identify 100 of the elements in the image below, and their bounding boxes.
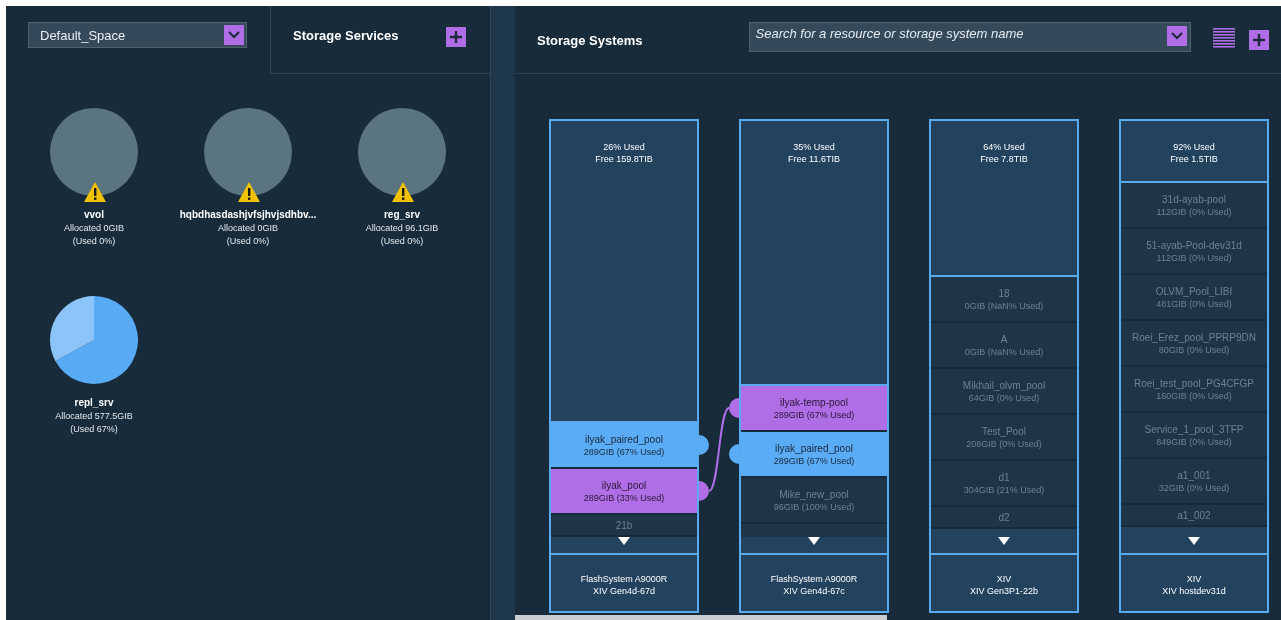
pool-size: 80GIB (0% Used) bbox=[1158, 344, 1230, 357]
service-name: vvol bbox=[84, 209, 104, 220]
pool-item[interactable]: Roei_Erez_pool_PPRP9DN 80GIB (0% Used) bbox=[1121, 321, 1267, 367]
pool-size: 849GIB (0% Used) bbox=[1156, 436, 1232, 449]
scrollbar-thumb[interactable] bbox=[515, 615, 887, 620]
pool-size: 32GIB (0% Used) bbox=[1158, 482, 1230, 495]
pool-item[interactable]: 21b bbox=[551, 515, 697, 537]
systems-title: Storage Systems bbox=[537, 33, 643, 48]
pool-item[interactable]: OLVM_Pool_LIBI 481GIB (0% Used) bbox=[1121, 275, 1267, 321]
list-view-button[interactable] bbox=[1212, 27, 1235, 49]
pool-size: 112GIB (0% Used) bbox=[1156, 252, 1232, 265]
pool-name: Service_1_pool_3TFP bbox=[1144, 423, 1244, 436]
pool-size: 112GIB (0% Used) bbox=[1156, 206, 1232, 219]
service-allocated: Allocated 96.1GIB bbox=[365, 223, 439, 233]
pool-item[interactable]: a1_001 32GIB (0% Used) bbox=[1121, 459, 1267, 505]
pool-item[interactable]: ilyak_paired_pool 289GIB (67% Used) bbox=[551, 423, 697, 469]
service-allocated: Allocated 577.5GIB bbox=[55, 411, 133, 421]
pool-name: Mikhail_olvm_pool bbox=[962, 379, 1046, 392]
dropdown-button[interactable] bbox=[224, 25, 244, 45]
pool-item[interactable]: Test_Pool 208GIB (0% Used) bbox=[931, 415, 1077, 461]
pool-size: 304GIB (21% Used) bbox=[963, 484, 1045, 497]
service-name: repl_srv bbox=[74, 397, 114, 408]
system-model: XIV bbox=[995, 573, 1013, 585]
pool-item[interactable]: Mike_new_pool 96GIB (100% Used) bbox=[741, 478, 887, 524]
free-text: Free 11.6TIB bbox=[787, 153, 841, 165]
used-text: 92% Used bbox=[1172, 141, 1216, 153]
service-usage: (Used 0%) bbox=[72, 236, 116, 246]
used-text: 26% Used bbox=[602, 141, 646, 153]
scroll-down-icon[interactable] bbox=[1188, 537, 1200, 545]
pool-name: ilyak_paired_pool bbox=[775, 442, 853, 455]
free-text: Free 1.5TIB bbox=[1169, 153, 1219, 165]
pool-name: OLVM_Pool_LIBI bbox=[1155, 285, 1233, 298]
pool-item[interactable]: Service_1_pool_3TFP 849GIB (0% Used) bbox=[1121, 413, 1267, 459]
pool-name: ilyak_pool bbox=[601, 479, 647, 492]
pool-name: a1_002 bbox=[1177, 509, 1211, 522]
pool-name: 31d-ayab-pool bbox=[1162, 193, 1226, 206]
storage-system-card[interactable]: 26% Used Free 159.8TIB ilyak_paired_pool 289GIB (67% Used) ilyak_pool 289GIB (33% Used) 21b FlashSystem A9000R XIV Gen4d-67d bbox=[549, 119, 699, 613]
used-text: 64% Used bbox=[982, 141, 1026, 153]
pool-item[interactable]: A 0GIB (NaN% Used) bbox=[931, 323, 1077, 369]
service-usage: (Used 67%) bbox=[70, 424, 118, 434]
search-field[interactable]: Search for a resource or storage system name bbox=[748, 22, 1191, 52]
plus-icon bbox=[450, 31, 462, 43]
pool-item[interactable]: d2 bbox=[931, 507, 1077, 529]
service-name: reg_srv bbox=[383, 209, 421, 220]
pool-size: 481GIB (0% Used) bbox=[1156, 298, 1232, 311]
service-allocated: Allocated 0GIB bbox=[217, 223, 278, 233]
pool-item[interactable]: 18 0GIB (NaN% Used) bbox=[931, 277, 1077, 323]
pool-size: 0GIB (NaN% Used) bbox=[964, 346, 1044, 359]
pool-name: Roei_test_pool_PG4CFGP bbox=[1133, 377, 1255, 390]
service-usage: (Used 0%) bbox=[380, 236, 424, 246]
pool-item[interactable]: ilyak_paired_pool 289GIB (67% Used) bbox=[741, 432, 887, 478]
pool-name: 21b bbox=[615, 519, 633, 532]
services-tab[interactable]: Storage Services bbox=[270, 6, 490, 74]
system-model: XIV bbox=[1185, 573, 1203, 585]
system-name: XIV Gen4d-67c bbox=[782, 585, 846, 597]
used-text: 35% Used bbox=[792, 141, 836, 153]
free-text: Free 7.8TIB bbox=[979, 153, 1029, 165]
pool-size: 160GIB (0% Used) bbox=[1156, 390, 1232, 403]
pool-name: d1 bbox=[998, 471, 1010, 484]
pool-item[interactable]: 31d-ayab-pool 112GIB (0% Used) bbox=[1121, 183, 1267, 229]
pool-name: a1_001 bbox=[1177, 469, 1211, 482]
service-usage: (Used 0%) bbox=[226, 236, 270, 246]
pool-item[interactable]: Mikhail_olvm_pool 64GIB (0% Used) bbox=[931, 369, 1077, 415]
pool-size: 96GIB (100% Used) bbox=[773, 501, 855, 514]
pool-item[interactable]: ilyak_pool 289GIB (33% Used) bbox=[551, 469, 697, 515]
pool-item[interactable]: ilyak-temp-pool 289GIB (67% Used) bbox=[741, 386, 887, 432]
storage-system-card[interactable] bbox=[1119, 119, 1269, 613]
pool-name: 18 bbox=[998, 287, 1010, 300]
pool-size: 64GIB (0% Used) bbox=[968, 392, 1040, 405]
pool-name: ilyak_paired_pool bbox=[585, 433, 663, 446]
free-text: Free 159.8TIB bbox=[594, 153, 654, 165]
storage-system-card[interactable]: 64% Used Free 7.8TIB 18 0GIB (NaN% Used) A 0GIB (NaN% Used) Mikhail_olvm_pool 64GIB (0% Used) Test_Pool 208GIB (0% Used) d1 304GIB (21% Used) d2 XIV XIV Gen3P1-22b bbox=[929, 119, 1079, 613]
pool-name: A bbox=[1000, 333, 1008, 346]
pool-name: d2 bbox=[998, 511, 1010, 524]
service-name: hqbdhasdashjvfsjhvjsdhbv... bbox=[179, 209, 317, 220]
pool-size: 289GIB (67% Used) bbox=[583, 446, 665, 459]
pool-name: Mike_new_pool bbox=[779, 488, 849, 501]
scroll-down-icon[interactable] bbox=[998, 537, 1010, 545]
pool-name: Test_Pool bbox=[982, 425, 1026, 438]
services-title: Storage Services bbox=[293, 28, 399, 45]
system-name: XIV Gen3P1-22b bbox=[968, 585, 1039, 597]
storage-system-card[interactable]: 35% Used Free 11.6TIB ilyak-temp-pool 289GIB (67% Used) ilyak_paired_pool 289GIB (67% Used) Mike_new_pool 96GIB (100% Used) FlashSystem A9000R XIV Gen4d-67c bbox=[739, 119, 889, 613]
pool-item[interactable]: 51-ayab-Pool-dev31d 112GIB (0% Used) bbox=[1121, 229, 1267, 275]
add-system-button[interactable] bbox=[1248, 30, 1269, 50]
pool-size: 289GIB (33% Used) bbox=[583, 492, 665, 505]
pool-item[interactable]: Roei_test_pool_PG4CFGP 160GIB (0% Used) bbox=[1121, 367, 1267, 413]
add-service-button[interactable] bbox=[446, 27, 466, 47]
pool-size: 289GIB (67% Used) bbox=[773, 455, 855, 468]
chevron-down-icon bbox=[228, 31, 240, 39]
pool-name: ilyak-temp-pool bbox=[780, 396, 848, 409]
pool-name: 51-ayab-Pool-dev31d bbox=[1146, 239, 1242, 252]
space-dropdown[interactable]: Default_Space bbox=[28, 22, 247, 48]
system-name: XIV hostdev31d bbox=[1161, 585, 1227, 597]
search-dropdown-button[interactable] bbox=[1166, 26, 1187, 46]
list-icon bbox=[1212, 27, 1235, 49]
pool-item[interactable]: d1 304GIB (21% Used) bbox=[931, 461, 1077, 507]
plus-icon bbox=[1252, 34, 1265, 46]
chevron-down-icon bbox=[1170, 32, 1183, 40]
pool-size: 289GIB (67% Used) bbox=[773, 409, 855, 422]
pool-item[interactable]: a1_002 bbox=[1121, 505, 1267, 527]
